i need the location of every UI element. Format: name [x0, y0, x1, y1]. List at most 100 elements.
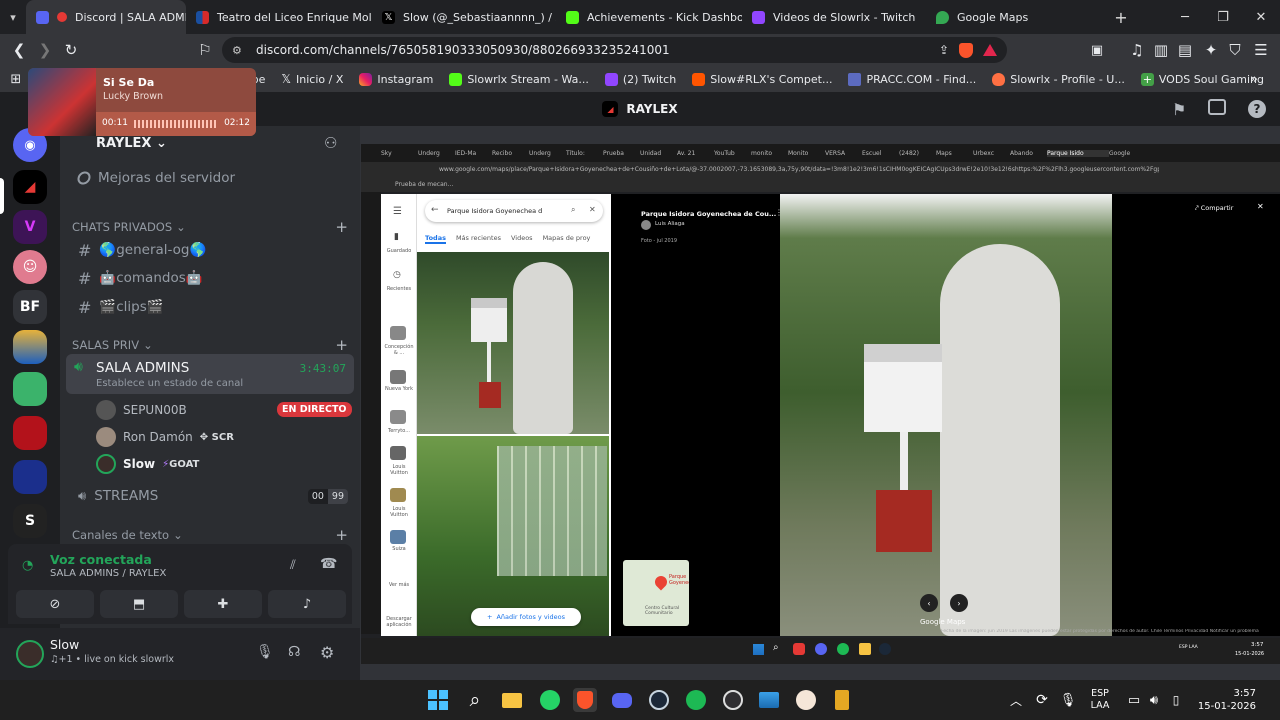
- add-channel-icon[interactable]: +: [335, 336, 348, 354]
- recent-icon[interactable]: ◷: [393, 270, 401, 280]
- whatsapp-icon[interactable]: [538, 688, 562, 712]
- clear-search-icon[interactable]: ✕: [589, 205, 596, 214]
- soundboard-button[interactable]: ♪: [268, 590, 346, 618]
- place-thumb[interactable]: [390, 410, 406, 424]
- language-indicator[interactable]: ESP LAA: [1084, 688, 1116, 712]
- place-thumb[interactable]: [390, 326, 406, 340]
- voice-channel-streams[interactable]: 🔊︎ STREAMS 00 99: [72, 482, 350, 510]
- url-field[interactable]: ⚙ discord.com/channels/76505819033305093…: [222, 37, 1007, 63]
- category-private-rooms[interactable]: SALAS PRIV ⌄ +: [72, 336, 350, 354]
- media-icon[interactable]: ♫: [1124, 37, 1150, 63]
- inner-tab[interactable]: Google: [1109, 150, 1146, 157]
- share-icon[interactable]: ⇪: [939, 43, 949, 57]
- brave-icon[interactable]: [573, 688, 597, 712]
- server-raylex[interactable]: ◢: [13, 170, 47, 204]
- server-avatar-6[interactable]: S: [13, 504, 47, 538]
- volume-icon[interactable]: 🔊︎: [1142, 688, 1166, 712]
- add-photos-button[interactable]: + Añadir fotos y videos: [471, 608, 581, 626]
- reload-button[interactable]: ↻: [58, 37, 84, 63]
- inner-tab[interactable]: Monito: [788, 150, 825, 157]
- close-window-button[interactable]: ✕: [1242, 0, 1280, 34]
- inner-tab[interactable]: Maps: [936, 150, 973, 157]
- settings-icon[interactable]: ⚙: [320, 643, 334, 662]
- side-item-label[interactable]: Descargar aplicación: [383, 616, 415, 628]
- share-button[interactable]: ⤤ Compartir: [1195, 204, 1233, 213]
- channel-general[interactable]: # 🌎general-og🌎: [72, 236, 350, 264]
- site-info-icon[interactable]: ⚙: [232, 44, 242, 57]
- tab-discord[interactable]: Discord | SALA ADMINS ✕: [26, 0, 186, 34]
- bookmark-kick[interactable]: Slowrlx Stream - Wa...: [449, 72, 589, 86]
- leo-ai-icon[interactable]: ✦: [1198, 37, 1224, 63]
- member-sepun00b[interactable]: SEPUN00B: [96, 400, 187, 420]
- photo-thumb-statue[interactable]: [417, 252, 609, 434]
- file-explorer-icon[interactable]: [500, 688, 524, 712]
- bookmark-profile[interactable]: Slowrlx - Profile - U...: [992, 72, 1125, 86]
- add-channel-icon[interactable]: +: [335, 218, 348, 236]
- vpn-icon[interactable]: ⛉: [1222, 37, 1248, 63]
- start-icon[interactable]: [426, 688, 450, 712]
- sync-icon[interactable]: ⟳: [1030, 688, 1054, 712]
- camera-off-button[interactable]: ⊘: [16, 590, 94, 618]
- mic-tray-icon[interactable]: 🎙︎: [1056, 688, 1080, 712]
- voice-status-subtitle[interactable]: SALA ADMINS / RAYLEX: [50, 568, 166, 579]
- headphones-icon[interactable]: ☊: [288, 644, 300, 660]
- server-avatar-2[interactable]: [13, 330, 47, 364]
- inner-tab[interactable]: Urbexc: [973, 150, 1010, 157]
- bookmark-twitch[interactable]: (2) Twitch: [604, 72, 676, 86]
- server-avatar-1[interactable]: ☺: [13, 250, 47, 284]
- server-avatar-5[interactable]: [13, 460, 47, 494]
- inner-app-icon[interactable]: [815, 643, 827, 655]
- inner-bookmark[interactable]: Prueba de mecan...: [395, 181, 453, 188]
- back-arrow-icon[interactable]: ←: [431, 205, 439, 215]
- server-bf[interactable]: BF: [13, 290, 47, 324]
- search-icon[interactable]: ⌕: [463, 688, 487, 712]
- inner-tab[interactable]: IED-Ma: [455, 150, 492, 157]
- place-thumb[interactable]: [390, 370, 406, 384]
- help-icon[interactable]: ?: [1248, 100, 1266, 118]
- tray-chevron-icon[interactable]: ︿: [1004, 688, 1028, 712]
- screen-share-button[interactable]: ⬒: [100, 590, 178, 618]
- tab-x[interactable]: 𝕏 Slow (@_Sebastiaannnn_) / X: [372, 0, 556, 34]
- filter-recent[interactable]: Más recientes: [456, 234, 501, 244]
- street-view-photo[interactable]: ‹ › Google Maps: [780, 194, 1112, 636]
- tab-kick[interactable]: Achievements - Kick Dashboard: [556, 0, 742, 34]
- next-photo-button[interactable]: ›: [950, 594, 968, 612]
- filter-maps[interactable]: Mapas de proy: [543, 234, 591, 244]
- inner-tab[interactable]: Underg: [529, 150, 566, 157]
- category-text-channels[interactable]: Canales de texto ⌄ +: [72, 526, 350, 544]
- inner-start-icon[interactable]: [753, 644, 764, 655]
- voice-channel-sala-admins[interactable]: 🔊︎ SALA ADMINS 3:43:07 Establece un esta…: [66, 354, 354, 394]
- place-title[interactable]: Parque Isidora Goyenechea de Cou...: [641, 210, 776, 218]
- filter-all[interactable]: Todas: [425, 234, 446, 244]
- app-icon[interactable]: [830, 688, 854, 712]
- inner-app-icon[interactable]: [879, 643, 891, 655]
- inbox-icon[interactable]: [1208, 99, 1226, 115]
- tab-search-icon[interactable]: ▾: [0, 0, 26, 34]
- maximize-button[interactable]: ❐: [1204, 0, 1242, 34]
- discord-icon[interactable]: [610, 688, 634, 712]
- inner-app-icon[interactable]: [859, 643, 871, 655]
- playback-bar[interactable]: 00:11 02:12: [96, 112, 256, 136]
- obs-icon[interactable]: [721, 688, 745, 712]
- server-avatar-3[interactable]: [13, 372, 47, 406]
- user-avatar[interactable]: [16, 640, 44, 668]
- channel-comandos[interactable]: # 🤖comandos🤖: [72, 264, 350, 292]
- place-thumb[interactable]: [390, 446, 406, 460]
- member-ron-damon[interactable]: Ron Damón ✥ SCR: [96, 427, 234, 447]
- member-slow[interactable]: Slow ⚡GOAT: [96, 454, 199, 474]
- now-playing-widget[interactable]: Si Se Da Lucky Brown 00:11 02:12: [28, 68, 256, 136]
- inner-tab[interactable]: Escuel: [862, 150, 899, 157]
- inner-url[interactable]: www.google.com/maps/place/Parque+Isidora…: [439, 166, 1159, 173]
- photo-thumb-greenhouse[interactable]: [417, 436, 609, 636]
- add-channel-icon[interactable]: +: [335, 526, 348, 544]
- wallet-icon[interactable]: ▤: [1172, 37, 1198, 63]
- inner-tab[interactable]: VERSA: [825, 150, 862, 157]
- category-private-chats[interactable]: CHATS PRIVADOS ⌄ +: [72, 218, 350, 236]
- prev-photo-button[interactable]: ‹: [920, 594, 938, 612]
- inner-search-icon[interactable]: ⌕: [773, 642, 779, 653]
- inner-tab[interactable]: Recibo: [492, 150, 529, 157]
- forward-button[interactable]: ❯: [32, 37, 58, 63]
- filter-videos[interactable]: Videos: [511, 234, 533, 244]
- sidebar-panel-icon[interactable]: ▣: [1084, 37, 1110, 63]
- channel-status[interactable]: Establece un estado de canal: [96, 378, 243, 389]
